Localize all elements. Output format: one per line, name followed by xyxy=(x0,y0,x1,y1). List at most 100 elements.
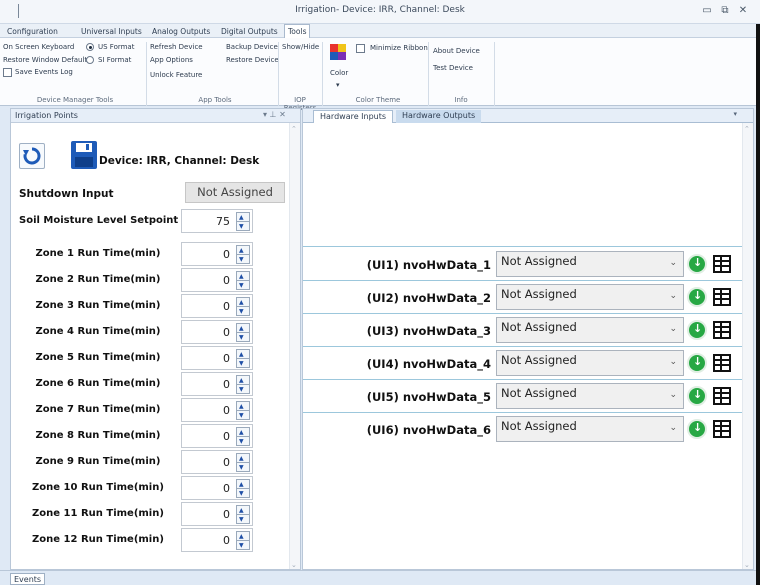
color-palette-icon[interactable] xyxy=(330,44,346,60)
color-button[interactable]: Color xyxy=(330,69,348,77)
zone-stepper[interactable]: 0 ▲ ▼ xyxy=(181,502,253,526)
hardware-input-select[interactable]: Not Assigned ⌄ xyxy=(496,350,684,376)
panel-pin-controls[interactable]: ▾ ⊥ ✕ xyxy=(263,110,286,119)
left-scrollbar[interactable]: ⌃ ⌄ xyxy=(289,123,300,569)
setpoint-stepper[interactable]: 75 ▲ ▼ xyxy=(181,209,253,233)
unlock-feature-button[interactable]: Unlock Feature xyxy=(150,71,202,79)
table-icon[interactable] xyxy=(713,288,731,306)
shutdown-input-value[interactable]: Not Assigned xyxy=(185,182,285,203)
zone-stepper[interactable]: 0 ▲ ▼ xyxy=(181,294,253,318)
stepper-up-icon[interactable]: ▲ xyxy=(239,299,244,306)
download-icon[interactable] xyxy=(687,320,707,340)
color-dropdown-icon[interactable]: ▾ xyxy=(336,81,340,89)
restore-icon[interactable]: ⧉ xyxy=(718,4,732,18)
hardware-input-select[interactable]: Not Assigned ⌄ xyxy=(496,383,684,409)
stepper-buttons[interactable]: ▲ ▼ xyxy=(236,453,250,472)
stepper-buttons[interactable]: ▲ ▼ xyxy=(236,479,250,498)
hardware-input-select[interactable]: Not Assigned ⌄ xyxy=(496,416,684,442)
zone-stepper[interactable]: 0 ▲ ▼ xyxy=(181,242,253,266)
tab-analog-outputs[interactable]: Analog Outputs xyxy=(149,25,213,38)
stepper-up-icon[interactable]: ▲ xyxy=(239,351,244,358)
stepper-buttons[interactable]: ▲ ▼ xyxy=(236,271,250,290)
stepper-down-icon[interactable]: ▼ xyxy=(239,223,244,230)
about-device-button[interactable]: About Device xyxy=(433,47,480,55)
stepper-buttons[interactable]: ▲ ▼ xyxy=(236,349,250,368)
stepper-buttons[interactable]: ▲ ▼ xyxy=(236,375,250,394)
tab-hardware-outputs[interactable]: Hardware Outputs xyxy=(396,110,482,123)
hardware-input-select[interactable]: Not Assigned ⌄ xyxy=(496,317,684,343)
tab-digital-outputs[interactable]: Digital Outputs xyxy=(218,25,281,38)
scroll-down-icon[interactable]: ⌄ xyxy=(291,561,297,569)
tab-configuration[interactable]: Configuration xyxy=(4,25,61,38)
scroll-up-icon[interactable]: ⌃ xyxy=(744,125,750,133)
stepper-buttons[interactable]: ▲ ▼ xyxy=(236,531,250,550)
stepper-down-icon[interactable]: ▼ xyxy=(239,464,244,471)
stepper-down-icon[interactable]: ▼ xyxy=(239,516,244,523)
stepper-up-icon[interactable]: ▲ xyxy=(239,377,244,384)
table-icon[interactable] xyxy=(713,321,731,339)
zone-stepper[interactable]: 0 ▲ ▼ xyxy=(181,476,253,500)
download-icon[interactable] xyxy=(687,386,707,406)
stepper-down-icon[interactable]: ▼ xyxy=(239,412,244,419)
tab-tools[interactable]: Tools xyxy=(284,24,311,39)
stepper-down-icon[interactable]: ▼ xyxy=(239,438,244,445)
zone-stepper[interactable]: 0 ▲ ▼ xyxy=(181,398,253,422)
panel-menu-icon[interactable]: ▾ xyxy=(733,110,737,118)
table-icon[interactable] xyxy=(713,255,731,273)
stepper-down-icon[interactable]: ▼ xyxy=(239,490,244,497)
app-options-button[interactable]: App Options xyxy=(150,56,193,64)
stepper-buttons[interactable]: ▲ ▼ xyxy=(236,245,250,264)
zone-stepper[interactable]: 0 ▲ ▼ xyxy=(181,372,253,396)
minimize-ribbon-checkbox[interactable] xyxy=(356,44,365,53)
scroll-up-icon[interactable]: ⌃ xyxy=(291,125,297,133)
stepper-buttons[interactable]: ▲ ▼ xyxy=(236,505,250,524)
stepper-down-icon[interactable]: ▼ xyxy=(239,360,244,367)
stepper-up-icon[interactable]: ▲ xyxy=(239,455,244,462)
test-device-button[interactable]: Test Device xyxy=(433,64,473,72)
stepper-up-icon[interactable]: ▲ xyxy=(239,273,244,280)
download-icon[interactable] xyxy=(687,419,707,439)
refresh-device-button[interactable]: Refresh Device xyxy=(150,43,203,51)
zone-stepper[interactable]: 0 ▲ ▼ xyxy=(181,268,253,292)
stepper-buttons[interactable]: ▲ ▼ xyxy=(236,323,250,342)
download-icon[interactable] xyxy=(687,287,707,307)
zone-stepper[interactable]: 0 ▲ ▼ xyxy=(181,424,253,448)
stepper-down-icon[interactable]: ▼ xyxy=(239,334,244,341)
download-icon[interactable] xyxy=(687,353,707,373)
tab-hardware-inputs[interactable]: Hardware Inputs xyxy=(313,110,394,123)
stepper-up-icon[interactable]: ▲ xyxy=(239,429,244,436)
on-screen-keyboard-button[interactable]: On Screen Keyboard xyxy=(3,43,74,51)
refresh-button[interactable] xyxy=(19,143,45,169)
restore-device-button[interactable]: Restore Device xyxy=(226,56,279,64)
close-icon[interactable]: ✕ xyxy=(736,4,750,18)
tab-universal-inputs[interactable]: Universal Inputs xyxy=(78,25,145,38)
scroll-down-icon[interactable]: ⌄ xyxy=(744,561,750,569)
stepper-up-icon[interactable]: ▲ xyxy=(239,481,244,488)
stepper-up-icon[interactable]: ▲ xyxy=(239,533,244,540)
table-icon[interactable] xyxy=(713,354,731,372)
zone-stepper[interactable]: 0 ▲ ▼ xyxy=(181,528,253,552)
right-scrollbar[interactable]: ⌃ ⌄ xyxy=(742,123,753,569)
table-icon[interactable] xyxy=(713,387,731,405)
download-icon[interactable] xyxy=(687,254,707,274)
stepper-buttons[interactable]: ▲ ▼ xyxy=(236,212,250,231)
stepper-buttons[interactable]: ▲ ▼ xyxy=(236,401,250,420)
stepper-down-icon[interactable]: ▼ xyxy=(239,282,244,289)
hardware-input-select[interactable]: Not Assigned ⌄ xyxy=(496,284,684,310)
stepper-up-icon[interactable]: ▲ xyxy=(239,325,244,332)
si-format-radio[interactable] xyxy=(86,56,94,64)
stepper-up-icon[interactable]: ▲ xyxy=(239,247,244,254)
table-icon[interactable] xyxy=(713,420,731,438)
restore-window-defaults-button[interactable]: Restore Window Defaults xyxy=(3,56,91,64)
us-format-radio[interactable] xyxy=(86,43,94,51)
stepper-down-icon[interactable]: ▼ xyxy=(239,308,244,315)
hardware-input-select[interactable]: Not Assigned ⌄ xyxy=(496,251,684,277)
stepper-up-icon[interactable]: ▲ xyxy=(239,214,244,221)
backup-device-button[interactable]: Backup Device xyxy=(226,43,278,51)
stepper-down-icon[interactable]: ▼ xyxy=(239,256,244,263)
stepper-down-icon[interactable]: ▼ xyxy=(239,386,244,393)
minimize-icon[interactable]: ▭ xyxy=(700,4,714,18)
stepper-up-icon[interactable]: ▲ xyxy=(239,507,244,514)
stepper-down-icon[interactable]: ▼ xyxy=(239,542,244,549)
zone-stepper[interactable]: 0 ▲ ▼ xyxy=(181,320,253,344)
